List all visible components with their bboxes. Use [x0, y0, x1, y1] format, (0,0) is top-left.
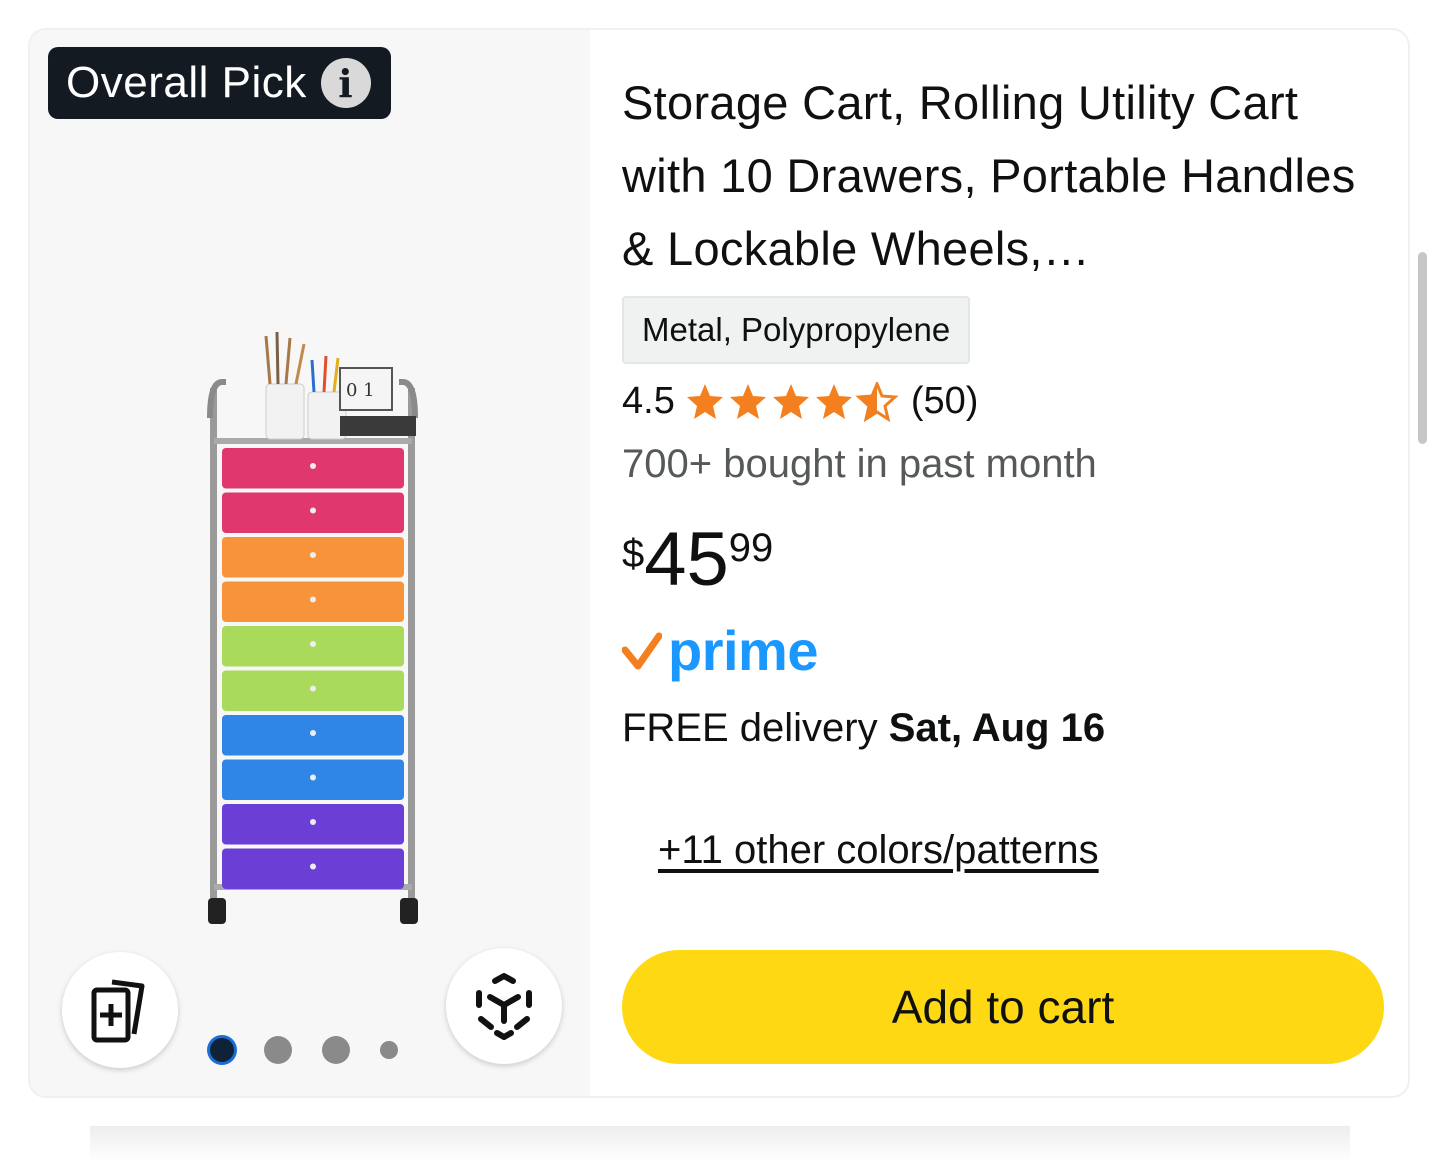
carousel-dot[interactable] [322, 1036, 350, 1064]
drawer-knob [310, 641, 316, 647]
material-chip: Metal, Polypropylene [622, 296, 971, 364]
price-whole: 45 [644, 517, 729, 602]
drawer-knob [310, 463, 316, 469]
product-image-text: 0 1 [346, 380, 375, 401]
view-in-3d-icon [476, 973, 532, 1040]
rating-value: 4.5 [622, 380, 675, 422]
drawer-knob [310, 730, 316, 736]
price: $ 45 99 [622, 520, 773, 600]
carousel-dot[interactable] [210, 1038, 234, 1062]
delivery-info: FREE delivery Sat, Aug 16 [622, 706, 1105, 751]
other-colors-link[interactable]: +11 other colors/patterns [658, 828, 1099, 873]
star-rating [685, 382, 901, 422]
prime-check-icon [622, 632, 662, 669]
info-icon[interactable]: i [320, 58, 371, 108]
prime-label: prime [668, 619, 819, 682]
carousel-dot[interactable] [380, 1041, 398, 1059]
badge-label: Overall Pick [66, 58, 307, 107]
drawer-knob [310, 596, 316, 603]
drawer-knob [310, 863, 316, 870]
delivery-prefix: FREE delivery [622, 706, 889, 750]
view-in-3d-button[interactable] [446, 948, 562, 1064]
add-to-compare-button[interactable] [62, 952, 178, 1068]
rating-row[interactable]: 4.5 (50) [622, 380, 978, 423]
drawer-knob [310, 774, 316, 781]
product-card[interactable]: Overall Pick i 0 1 Storage Cart, Rolling… [30, 30, 1408, 1096]
price-fraction: 99 [728, 526, 774, 570]
bought-past-month: 700+ bought in past month [622, 442, 1097, 486]
add-to-cart-button[interactable]: Add to cart [622, 950, 1384, 1064]
carousel-dot[interactable] [264, 1036, 292, 1064]
stars-icon [686, 382, 897, 420]
product-image-pane[interactable]: Overall Pick i 0 1 [30, 30, 590, 1096]
product-info: Storage Cart, Rolling Utility Cart with … [622, 30, 1408, 1096]
add-to-compare-icon [91, 979, 145, 1043]
drawer-knob [310, 507, 316, 514]
review-count: (50) [910, 380, 979, 422]
scrollbar[interactable] [1418, 252, 1427, 444]
drawer-knob [310, 685, 316, 692]
overall-pick-badge[interactable]: Overall Pick i [48, 47, 391, 119]
product-image[interactable]: 0 1 [200, 298, 430, 960]
delivery-date: Sat, Aug 16 [888, 706, 1106, 750]
prime-badge: prime [622, 618, 819, 683]
image-carousel-dots[interactable] [210, 1036, 428, 1064]
drawer-knob [310, 552, 316, 558]
product-title[interactable]: Storage Cart, Rolling Utility Cart with … [622, 66, 1392, 285]
drawer-knob [310, 819, 316, 825]
price-symbol: $ [622, 532, 645, 576]
next-card-shadow [90, 1126, 1350, 1162]
